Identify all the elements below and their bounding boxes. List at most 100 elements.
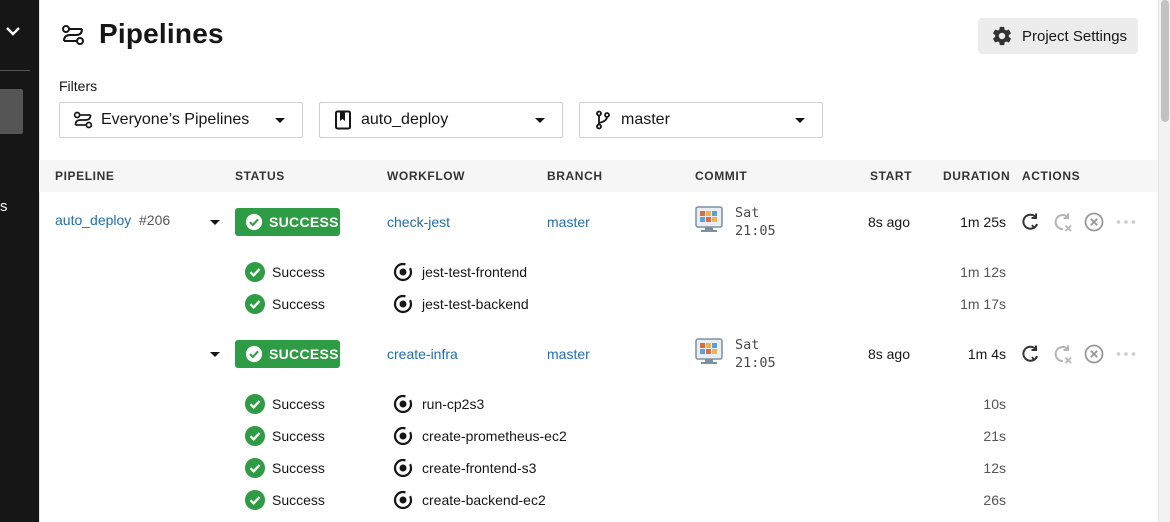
job-link[interactable]: create-prometheus-ec2 xyxy=(393,426,567,446)
job-status-label: Success xyxy=(272,428,325,444)
page-title: Pipelines xyxy=(99,18,224,49)
job-duration: 1m 17s xyxy=(960,296,1006,312)
git-branch-icon xyxy=(593,110,613,130)
rerun-icon[interactable] xyxy=(1019,343,1041,365)
pipelines-filter-value: Everyone’s Pipelines xyxy=(101,111,250,128)
job-status: Success xyxy=(245,394,325,414)
project-settings-button[interactable]: Project Settings xyxy=(978,18,1138,54)
bookmark-icon xyxy=(333,110,353,130)
collapse-workflow-toggle[interactable] xyxy=(210,352,220,357)
column-header-pipeline: PIPELINE xyxy=(55,169,115,183)
commit-date: Sat 21:05 xyxy=(735,204,776,240)
more-icon[interactable] xyxy=(1115,343,1137,365)
nav-selected-item[interactable] xyxy=(0,89,23,134)
status-badge-label: SUCCESS xyxy=(269,214,339,230)
project-filter-select[interactable]: auto_deploy xyxy=(319,102,563,138)
job-duration: 21s xyxy=(983,428,1006,444)
column-header-actions: ACTIONS xyxy=(1022,169,1081,183)
check-circle-icon xyxy=(245,213,263,231)
pipelines-icon xyxy=(62,25,84,45)
job-icon xyxy=(393,294,413,314)
job-icon xyxy=(393,394,413,414)
commit-day: Sat xyxy=(735,337,760,353)
chevron-down-icon[interactable] xyxy=(4,24,22,38)
branch-filter-select[interactable]: master xyxy=(579,102,823,138)
status-badge[interactable]: SUCCESS xyxy=(235,340,340,368)
caret-down-icon xyxy=(275,118,285,123)
collapse-workflow-toggle[interactable] xyxy=(210,220,220,225)
job-link[interactable]: jest-test-backend xyxy=(393,294,529,314)
check-circle-icon xyxy=(245,394,265,414)
workflow-link[interactable]: check-jest xyxy=(387,214,450,230)
commit-avatar xyxy=(695,206,723,232)
status-badge[interactable]: SUCCESS xyxy=(235,208,340,236)
job-duration: 12s xyxy=(983,460,1006,476)
caret-down-icon xyxy=(795,118,805,123)
job-status-label: Success xyxy=(272,460,325,476)
job-link[interactable]: create-frontend-s3 xyxy=(393,458,536,478)
scrollbar[interactable] xyxy=(1158,0,1170,522)
check-circle-icon xyxy=(245,294,265,314)
job-name: jest-test-frontend xyxy=(422,264,528,280)
job-status-label: Success xyxy=(272,396,325,412)
pipelines-icon xyxy=(73,110,93,130)
job-link[interactable]: create-backend-ec2 xyxy=(393,490,546,510)
check-circle-icon xyxy=(245,426,265,446)
nav-item-label[interactable]: s xyxy=(0,198,8,215)
workflow-link[interactable]: create-infra xyxy=(387,346,458,362)
job-name: create-prometheus-ec2 xyxy=(422,428,567,444)
commit-avatar xyxy=(695,338,723,364)
column-header-status: STATUS xyxy=(235,169,285,183)
job-name: run-cp2s3 xyxy=(422,396,485,412)
job-icon xyxy=(393,490,413,510)
cancel-icon[interactable] xyxy=(1083,211,1105,233)
job-duration: 10s xyxy=(983,396,1006,412)
job-status-label: Success xyxy=(272,264,325,280)
commit-time: 21:05 xyxy=(735,223,776,239)
job-name: jest-test-backend xyxy=(422,296,529,312)
status-badge-label: SUCCESS xyxy=(269,346,339,362)
job-duration: 26s xyxy=(983,492,1006,508)
job-status: Success xyxy=(245,294,325,314)
column-header-workflow: WORKFLOW xyxy=(387,169,466,183)
commit-day: Sat xyxy=(735,205,760,221)
workflow-start: 8s ago xyxy=(867,346,910,362)
pipeline-number: #206 xyxy=(139,212,171,228)
pipeline-project-link[interactable]: auto_deploy xyxy=(55,212,131,228)
caret-down-icon xyxy=(535,118,545,123)
project-filter-value: auto_deploy xyxy=(361,111,449,128)
pipelines-filter-select[interactable]: Everyone’s Pipelines xyxy=(59,102,303,138)
scrollbar-thumb[interactable] xyxy=(1161,0,1169,122)
rerun-failed-icon[interactable] xyxy=(1051,343,1073,365)
job-duration: 1m 12s xyxy=(960,264,1006,280)
workflow-duration: 1m 4s xyxy=(967,346,1006,362)
column-header-start: START xyxy=(870,169,913,183)
rerun-failed-icon[interactable] xyxy=(1051,211,1073,233)
job-link[interactable]: run-cp2s3 xyxy=(393,394,484,414)
rerun-icon[interactable] xyxy=(1019,211,1041,233)
more-icon[interactable] xyxy=(1115,211,1137,233)
nav-divider xyxy=(0,70,30,71)
job-status: Success xyxy=(245,458,325,478)
column-header-commit: COMMIT xyxy=(695,169,748,183)
job-status: Success xyxy=(245,262,325,282)
check-circle-icon xyxy=(245,262,265,282)
gear-icon xyxy=(993,26,1011,46)
cancel-icon[interactable] xyxy=(1083,343,1105,365)
column-header-branch: BRANCH xyxy=(547,169,603,183)
commit-time: 21:05 xyxy=(735,355,776,371)
job-link[interactable]: jest-test-frontend xyxy=(393,262,527,282)
job-icon xyxy=(393,458,413,478)
left-navigation: s xyxy=(0,0,39,522)
job-icon xyxy=(393,262,413,282)
job-name: create-backend-ec2 xyxy=(422,492,546,508)
job-name: create-frontend-s3 xyxy=(422,460,537,476)
check-circle-icon xyxy=(245,458,265,478)
workflow-start: 8s ago xyxy=(867,214,910,230)
branch-filter-value: master xyxy=(621,111,670,128)
branch-link[interactable]: master xyxy=(547,346,590,362)
workflow-duration: 1m 25s xyxy=(960,214,1006,230)
branch-link[interactable]: master xyxy=(547,214,590,230)
job-icon xyxy=(393,426,413,446)
commit-date: Sat 21:05 xyxy=(735,336,776,372)
